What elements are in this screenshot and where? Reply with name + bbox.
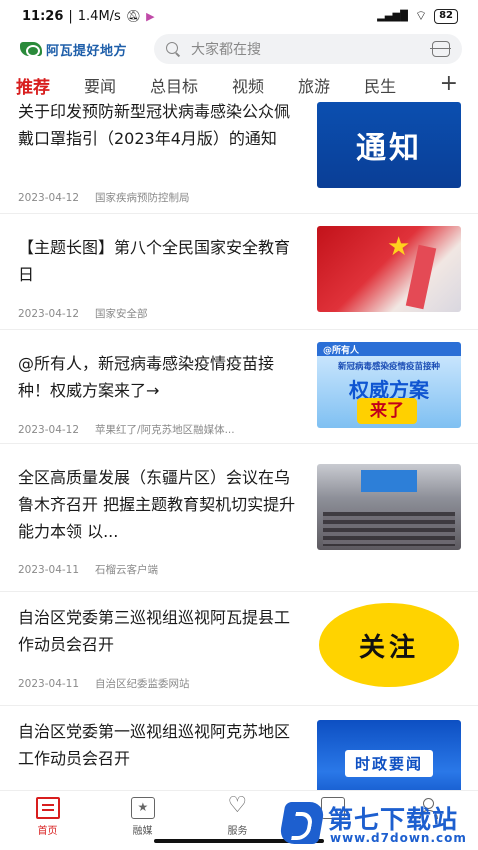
thumbnail-caption: 通知 xyxy=(356,131,422,166)
news-source: 石榴云客户端 xyxy=(95,564,159,576)
news-thumbnail: 通知 xyxy=(317,102,461,188)
wifi-icon: ⌔ xyxy=(414,9,428,24)
search-placeholder: 大家都在搜 xyxy=(191,42,261,58)
news-source: 苹果红了/阿克苏地区融媒体... xyxy=(95,424,235,436)
thumbnail-caption: 关注 xyxy=(358,632,419,663)
status-bar: 11:26 | 1.4M/s 🔕︎ ▶ ▂▄▆█ ⌔ 82 xyxy=(0,0,478,32)
nav-label: 服务 xyxy=(227,826,248,837)
news-title: 自治区党委第一巡视组巡视阿克苏地区工作动员会召开 xyxy=(18,722,291,768)
news-meta: 2023-04-12 国家安全部 xyxy=(18,306,148,321)
news-meta: 2023-04-11 自治区纪委监委网站 xyxy=(18,676,190,691)
nav-label: 首页 xyxy=(37,826,58,837)
news-meta: 2023-04-12 国家疾病预防控制局 xyxy=(18,190,190,205)
news-thumbnail: @所有人 新冠病毒感染疫情疫苗接种 权威方案 来了 xyxy=(317,342,461,428)
network-speed: 1.4M/s xyxy=(77,8,121,24)
news-source: 自治区纪委监委网站 xyxy=(95,678,190,690)
heart-icon xyxy=(226,793,250,819)
tab-recommend[interactable]: 推荐 xyxy=(16,73,50,98)
channel-tabs: 推荐 要闻 总目标 视频 旅游 民生 + xyxy=(0,70,478,100)
news-item[interactable]: 全区高质量发展（东疆片区）会议在乌鲁木齐召开 把握主题教育契机切实提升能力本领 … xyxy=(0,444,478,592)
news-thumbnail: 时政要闻 xyxy=(317,720,461,790)
news-meta: 2023-04-12 苹果红了/阿克苏地区融媒体... xyxy=(18,422,235,437)
news-feed: 关于印发预防新型冠状病毒感染公众佩戴口罩指引（2023年4月版）的通知 2023… xyxy=(0,100,478,790)
news-title: 全区高质量发展（东疆片区）会议在乌鲁木齐召开 把握主题教育契机切实提升能力本领 … xyxy=(18,468,296,541)
news-item[interactable]: 自治区党委第三巡视组巡视阿瓦提县工作动员会召开 2023-04-11 自治区纪委监… xyxy=(0,592,478,706)
star-icon: ★ xyxy=(387,232,411,262)
focus-badge: 关注 xyxy=(319,603,459,687)
nav-label: 融媒 xyxy=(132,826,153,837)
search-bar[interactable]: 大家都在搜 xyxy=(154,34,462,64)
tab-livelihood[interactable]: 民生 xyxy=(364,73,396,97)
thumbnail-tag: @所有人 xyxy=(323,346,360,356)
app-logo[interactable]: 阿瓦提好地方 xyxy=(20,40,148,59)
news-title: 【主题长图】第八个全民国家安全教育日 xyxy=(18,238,291,284)
news-thumbnail: ★ xyxy=(317,226,461,312)
signal-icon: ▂▄▆█ xyxy=(377,10,408,22)
status-divider: | xyxy=(68,8,73,24)
watermark: 第七下载站 www.d7down.com xyxy=(278,798,472,850)
news-thumbnail xyxy=(317,464,461,550)
news-title: 自治区党委第三巡视组巡视阿瓦提县工作动员会召开 xyxy=(18,608,291,654)
news-date: 2023-04-11 xyxy=(18,678,80,690)
watermark-url: www.d7down.com xyxy=(330,831,467,845)
news-item[interactable]: 关于印发预防新型冠状病毒感染公众佩戴口罩指引（2023年4月版）的通知 2023… xyxy=(0,100,478,214)
tab-headlines[interactable]: 要闻 xyxy=(84,73,116,97)
news-date: 2023-04-12 xyxy=(18,192,80,204)
app-header: 阿瓦提好地方 大家都在搜 xyxy=(0,32,478,66)
thumbnail-highlight: 来了 xyxy=(357,398,417,424)
news-meta: 2023-04-11 石榴云客户端 xyxy=(18,562,158,577)
status-time: 11:26 xyxy=(22,8,64,24)
news-source: 国家疾病预防控制局 xyxy=(95,192,190,204)
media-icon xyxy=(130,797,155,819)
news-item[interactable]: @所有人，新冠病毒感染疫情疫苗接种！权威方案来了→ 2023-04-12 苹果红了… xyxy=(0,330,478,444)
nav-home[interactable]: 首页 xyxy=(0,791,95,850)
news-title: 关于印发预防新型冠状病毒感染公众佩戴口罩指引（2023年4月版）的通知 xyxy=(18,102,291,148)
tab-video[interactable]: 视频 xyxy=(232,73,264,97)
news-title: @所有人，新冠病毒感染疫情疫苗接种！权威方案来了→ xyxy=(18,354,275,400)
watermark-logo-icon xyxy=(278,802,326,844)
mute-icon: 🔕︎ xyxy=(125,9,142,23)
news-date: 2023-04-12 xyxy=(18,424,80,436)
thumbnail-subtitle: 新冠病毒感染疫情疫苗接种 xyxy=(337,362,440,372)
news-icon xyxy=(35,797,60,819)
logo-icon xyxy=(20,42,42,57)
news-item[interactable]: 【主题长图】第八个全民国家安全教育日 2023-04-12 国家安全部 ★ xyxy=(0,214,478,330)
stage-screen xyxy=(361,470,417,492)
news-date: 2023-04-12 xyxy=(18,308,80,320)
battery-indicator: 82 xyxy=(434,8,458,24)
thumbnail-caption: 时政要闻 xyxy=(344,749,433,777)
tab-goals[interactable]: 总目标 xyxy=(150,73,198,97)
news-source: 国家安全部 xyxy=(95,308,148,320)
app-name: 阿瓦提好地方 xyxy=(46,43,128,59)
news-date: 2023-04-11 xyxy=(18,564,80,576)
app-notification-icon: ▶ xyxy=(146,9,155,23)
news-thumbnail: 关注 xyxy=(317,602,461,688)
news-item[interactable]: 自治区党委第一巡视组巡视阿克苏地区工作动员会召开 时政要闻 xyxy=(0,706,478,790)
tab-travel[interactable]: 旅游 xyxy=(298,73,330,97)
search-icon xyxy=(166,41,181,57)
add-channel-button[interactable]: + xyxy=(440,70,458,98)
audience-rows xyxy=(323,512,455,546)
scan-icon[interactable] xyxy=(430,41,451,57)
